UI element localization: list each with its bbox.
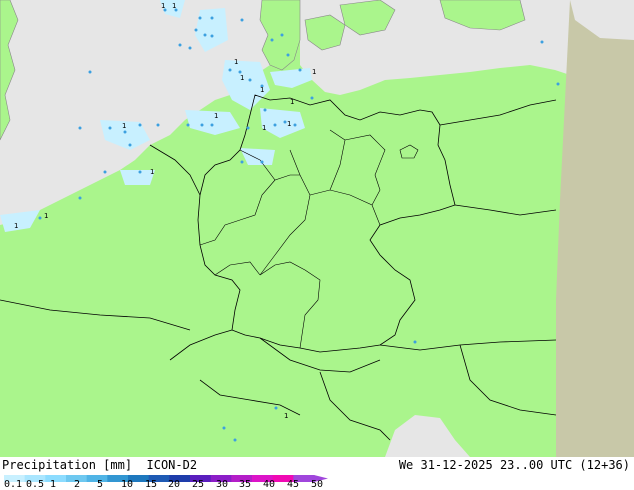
scale-tick-label: 0.5 — [26, 479, 45, 490]
cell-label: 1 — [290, 98, 294, 106]
scale-tick-label: 0.1 — [4, 479, 23, 490]
cell-label: 1 — [240, 74, 244, 82]
scale-tick-label: 35 — [239, 479, 252, 490]
cell-label: 1 — [214, 112, 218, 120]
precipitation-map: 1 1 1 1 1 1 1 1 1 1 1 1 1 1 1 — [0, 0, 634, 457]
cell-label: 1 — [122, 122, 126, 130]
cell-label: 1 — [44, 212, 48, 220]
map-footer: Precipitation [mm] ICON-D2 We 31-12-2025… — [0, 457, 634, 490]
scale-tick-label: 2 — [74, 479, 81, 490]
scale-tick-label: 15 — [145, 479, 158, 490]
scale-tick-label: 45 — [287, 479, 300, 490]
scale-tick-label: 5 — [97, 479, 104, 490]
cell-label: 1 — [312, 68, 316, 76]
scale-tick-label: 10 — [121, 479, 134, 490]
valid-time: We 31-12-2025 23..00 UTC (12+36) — [398, 458, 630, 472]
scale-tick-label: 20 — [168, 479, 181, 490]
scale-tick-label: 40 — [263, 479, 276, 490]
scale-tick-label: 25 — [192, 479, 205, 490]
cell-label: 1 — [284, 412, 288, 420]
scale-tick-label: 1 — [50, 479, 57, 490]
weather-map-view: 1 1 1 1 1 1 1 1 1 1 1 1 1 1 1 Precipitat… — [0, 0, 634, 490]
cell-label: 1 — [150, 168, 154, 176]
cell-label: 1 — [287, 120, 291, 128]
cell-label: 1 — [172, 2, 176, 10]
cell-label: 1 — [260, 86, 264, 94]
cell-label: 1 — [161, 2, 165, 10]
cell-label: 1 — [234, 58, 238, 66]
cell-label: 1 — [262, 124, 266, 132]
outside-domain — [556, 0, 634, 457]
cell-label: 1 — [14, 222, 18, 230]
scale-tick-label: 30 — [216, 479, 229, 490]
precipitation-title: Precipitation [mm] ICON-D2 — [2, 458, 198, 472]
scale-tick-label: 50 — [311, 479, 324, 490]
